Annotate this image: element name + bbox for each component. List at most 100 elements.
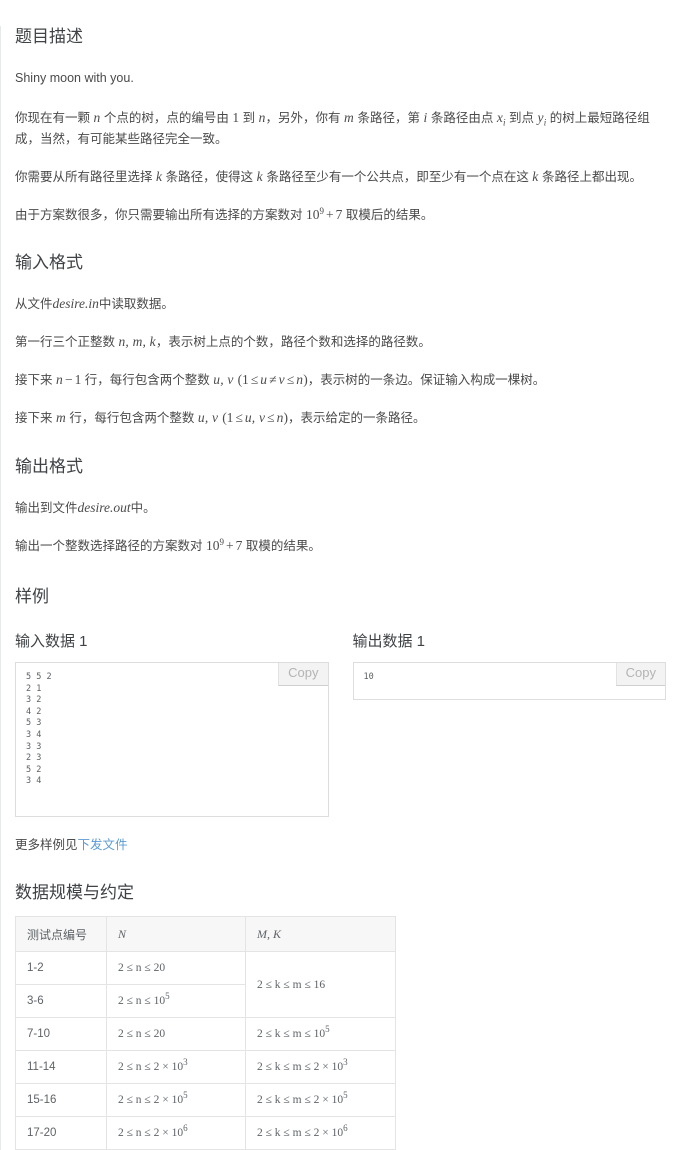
copy-output-button[interactable]: Copy xyxy=(615,663,665,686)
desc-p2-seg-a: 你需要从所有路径里选择 xyxy=(15,170,156,184)
table-row: 1-2 2 ≤ n ≤ 20 2 ≤ k ≤ m ≤ 16 xyxy=(15,951,396,1018)
path-var-n: n xyxy=(276,410,284,425)
input-l2-seg-a: 第一行三个正整数 xyxy=(15,335,119,349)
input-file-name: desire.in xyxy=(52,296,99,311)
row-mk-merged: 2 ≤ k ≤ m ≤ 16 xyxy=(245,951,396,1018)
row-mk-5: 2 ≤ k ≤ m ≤ 2 × 105 xyxy=(245,1083,396,1117)
row-n-2-base: 2 ≤ n ≤ 10 xyxy=(118,995,166,1007)
plus-operator: + xyxy=(325,207,334,222)
row-n-5-base: 2 ≤ n ≤ 2 × 10 xyxy=(118,1094,184,1106)
desc-p1-seg-g: 到点 xyxy=(505,111,538,125)
table-row: 11-14 2 ≤ n ≤ 2 × 103 2 ≤ k ≤ m ≤ 2 × 10… xyxy=(15,1050,396,1084)
sample-input-column: 输入数据 1 5 5 2 2 1 3 2 4 2 5 3 3 4 3 3 2 3… xyxy=(15,632,329,817)
vars-nmk: n, m, k xyxy=(118,334,156,349)
row-index-6: 17-20 xyxy=(15,1116,107,1150)
output-l2-seg-a: 输出一个整数选择路径的方案数对 xyxy=(15,539,206,553)
table-row: 17-20 2 ≤ n ≤ 2 × 106 2 ≤ k ≤ m ≤ 2 × 10… xyxy=(15,1116,396,1150)
edge-le-1: ≤ xyxy=(250,372,259,387)
input-l4-seg-c: ，表示给定的一条路径。 xyxy=(288,411,426,425)
edge-le-2: ≤ xyxy=(286,372,295,387)
row-mk-4-exp: 3 xyxy=(343,1057,348,1068)
row-index-4: 11-14 xyxy=(15,1050,107,1084)
row-n-3: 2 ≤ n ≤ 20 xyxy=(106,1017,246,1051)
desc-p1-seg-d: ，另外，你有 xyxy=(265,111,345,125)
desc-p2-seg-d: 条路径上都出现。 xyxy=(538,170,642,184)
sample-input-title: 输入数据 1 xyxy=(15,633,88,650)
input-l2-seg-b: ，表示树上点的个数，路径个数和选择的路径数。 xyxy=(155,335,431,349)
desc-p2-seg-c: 条路径至少有一个公共点，即至少有一个点在这 xyxy=(262,170,533,184)
heading-description: 题目描述 xyxy=(15,27,83,46)
var-n-edges: n xyxy=(55,372,63,387)
row-n-6: 2 ≤ n ≤ 2 × 106 xyxy=(106,1116,246,1150)
input-file-prefix: 从文件 xyxy=(15,297,53,311)
minus-operator: − xyxy=(64,372,73,387)
row-n-4-base: 2 ≤ n ≤ 2 × 10 xyxy=(118,1061,184,1073)
row-mk-3-exp: 5 xyxy=(325,1024,330,1035)
more-samples-prefix: 更多样例见 xyxy=(15,838,78,852)
var-m-paths: m xyxy=(55,410,66,425)
header-testcase-index: 测试点编号 xyxy=(15,916,107,952)
row-n-5-exp: 5 xyxy=(183,1090,188,1101)
path-le-2: ≤ xyxy=(267,410,275,425)
heading-constraints: 数据规模与约定 xyxy=(15,883,134,902)
row-n-6-exp: 6 xyxy=(183,1123,188,1134)
desc-p3-seg-b: 取模后的结果。 xyxy=(342,208,434,222)
modulo-base: 10 xyxy=(305,207,320,222)
output-file-line: 输出到文件desire.out中。 xyxy=(15,497,666,519)
output-l2-seg-b: 取模的结果。 xyxy=(242,539,321,553)
vars-uv-edge: u, v xyxy=(213,372,234,387)
row-mk-6: 2 ≤ k ≤ m ≤ 2 × 106 xyxy=(245,1116,396,1150)
row-mk-6-base: 2 ≤ k ≤ m ≤ 2 × 10 xyxy=(257,1127,344,1139)
row-n-4: 2 ≤ n ≤ 2 × 103 xyxy=(106,1050,246,1084)
row-n-2: 2 ≤ n ≤ 105 xyxy=(106,984,246,1018)
desc-p1-seg-a: 你现在有一颗 xyxy=(15,111,94,125)
input-line-1: 第一行三个正整数 n, m, k，表示树上点的个数，路径个数和选择的路径数。 xyxy=(15,331,666,353)
sample-output-column: 输出数据 1 10 Copy xyxy=(352,632,666,817)
description-paragraph-1: 你现在有一颗 n 个点的树，点的编号由 1 到 n，另外，你有 m 条路径，第 … xyxy=(15,107,666,150)
download-files-link[interactable]: 下发文件 xyxy=(78,838,128,852)
output-file-suffix: 中。 xyxy=(130,501,156,515)
samples-container: 输入数据 1 5 5 2 2 1 3 2 4 2 5 3 3 4 3 3 2 3… xyxy=(15,632,666,817)
input-line-3: 接下来 m 行，每行包含两个整数 u, v (1 ≤ u, v ≤ n)，表示给定的一条路… xyxy=(15,407,666,429)
edge-neq: ≠ xyxy=(269,372,277,387)
heading-samples: 样例 xyxy=(15,587,49,606)
input-l3-seg-a: 接下来 xyxy=(15,373,56,387)
vars-uv-path: u, v xyxy=(197,410,219,425)
row-mk-3-base: 2 ≤ k ≤ m ≤ 10 xyxy=(257,1028,326,1040)
row-index-1: 1-2 xyxy=(15,951,107,985)
constraints-table: 测试点编号 N M, K 1-2 2 ≤ n ≤ 20 2 ≤ k ≤ m ≤ … xyxy=(15,916,396,1150)
row-mk-5-base: 2 ≤ k ≤ m ≤ 2 × 10 xyxy=(257,1094,344,1106)
description-paragraph-3: 由于方案数很多，你只需要输出所有选择的方案数对 109 +7 取模后的结果。 xyxy=(15,204,666,226)
desc-p1-seg-b: 个点的树，点的编号由 xyxy=(100,111,233,125)
output-line-1: 输出一个整数选择路径的方案数对 109 +7 取模的结果。 xyxy=(15,535,666,557)
var-m: m xyxy=(344,110,354,125)
heading-output-format: 输出格式 xyxy=(15,457,83,476)
problem-page: 题目描述 Shiny moon with you. 你现在有一颗 n 个点的树，… xyxy=(0,26,680,1150)
desc-p1-seg-e: 条路径，第 xyxy=(353,111,424,125)
input-line-2: 接下来 n −1 行，每行包含两个整数 u, v (1 ≤ u ≠ v ≤ n)，表示树的一条边… xyxy=(15,369,666,391)
desc-p1-seg-c: 到 xyxy=(239,111,259,125)
row-index-5: 15-16 xyxy=(15,1083,107,1117)
input-l4-seg-a: 接下来 xyxy=(15,411,56,425)
output-file-name: desire.out xyxy=(77,500,131,515)
desc-p3-seg-a: 由于方案数很多，你只需要输出所有选择的方案数对 xyxy=(15,208,306,222)
output-plus-operator: + xyxy=(225,538,234,553)
row-mk-3: 2 ≤ k ≤ m ≤ 105 xyxy=(245,1017,396,1051)
row-mk-6-exp: 6 xyxy=(343,1123,348,1134)
input-file-line: 从文件desire.in中读取数据。 xyxy=(15,293,666,315)
flavor-text: Shiny moon with you. xyxy=(15,71,134,85)
path-cond-open: (1 xyxy=(222,410,234,425)
table-row: 15-16 2 ≤ n ≤ 2 × 105 2 ≤ k ≤ m ≤ 2 × 10… xyxy=(15,1083,396,1117)
sample-output-box: 10 Copy xyxy=(352,662,666,700)
row-n-5: 2 ≤ n ≤ 2 × 105 xyxy=(106,1083,246,1117)
path-le-1: ≤ xyxy=(235,410,243,425)
sample-output-title: 输出数据 1 xyxy=(352,633,426,650)
copy-input-button[interactable]: Copy xyxy=(278,663,328,686)
header-n: N xyxy=(106,916,246,952)
desc-p2-seg-b: 条路径，使得这 xyxy=(162,170,257,184)
row-n-6-base: 2 ≤ n ≤ 2 × 10 xyxy=(118,1127,184,1139)
sample-input-box: 5 5 2 2 1 3 2 4 2 5 3 3 4 3 3 2 3 5 2 3 … xyxy=(15,662,329,817)
header-mk: M, K xyxy=(245,916,396,952)
edge-cond-open: (1 xyxy=(237,372,249,387)
var-n-2: n xyxy=(258,110,266,125)
